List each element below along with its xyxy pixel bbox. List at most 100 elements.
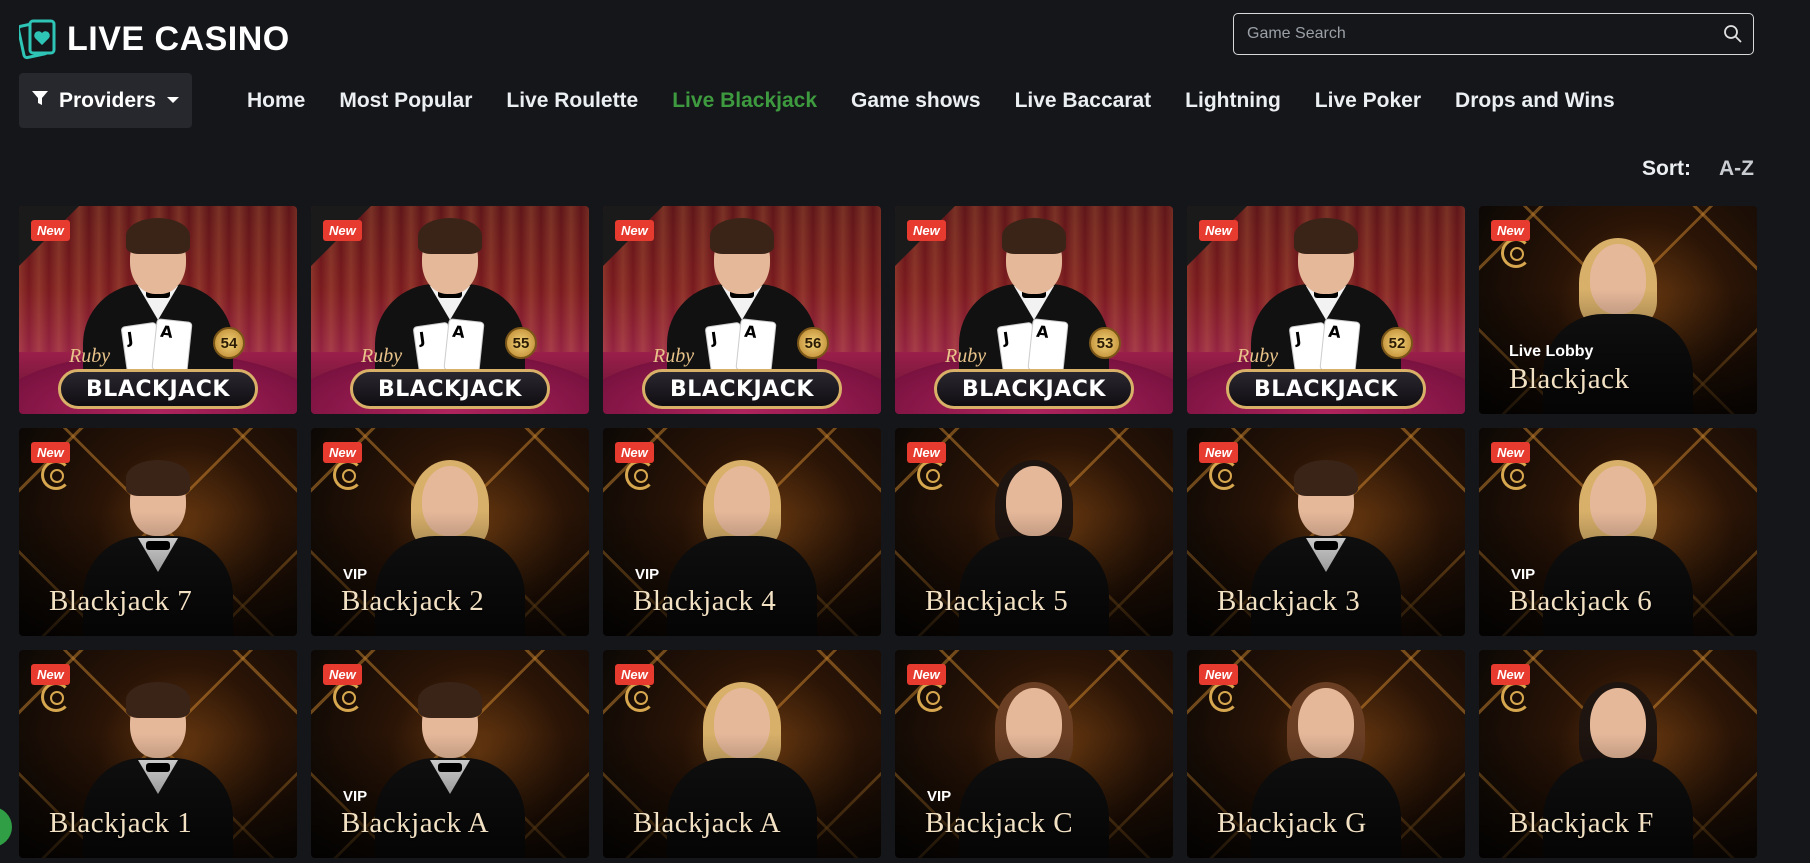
game-subtitle: VIP — [635, 566, 660, 583]
provider-logo-icon — [625, 682, 655, 712]
nav-item-live-roulette[interactable]: Live Roulette — [506, 89, 638, 113]
provider-logo-icon — [917, 682, 947, 712]
game-tile[interactable]: New Ruby J A 52 BLACKJACK — [1187, 206, 1465, 414]
providers-dropdown[interactable]: Providers — [19, 73, 192, 128]
category-nav: Home Most Popular Live Roulette Live Blackj… — [247, 84, 1615, 118]
game-tile[interactable]: New VIP Blackjack C — [895, 650, 1173, 858]
search-icon[interactable] — [1713, 14, 1753, 54]
game-title: Blackjack — [1509, 363, 1630, 395]
live-casino-logo[interactable]: LIVE CASINO — [19, 14, 290, 64]
game-subtitle: VIP — [927, 788, 952, 805]
new-badge: New — [1491, 664, 1530, 685]
game-title: BLACKJACK — [1254, 376, 1398, 402]
game-title: BLACKJACK — [962, 376, 1106, 402]
ruby-label: Ruby — [361, 345, 403, 367]
new-badge: New — [1491, 220, 1530, 241]
provider-logo-icon — [1501, 238, 1531, 268]
caret-down-icon — [166, 92, 180, 110]
sort-label: Sort: — [1642, 157, 1691, 180]
game-title: BLACKJACK — [670, 376, 814, 402]
game-tile[interactable]: New Ruby J A 56 BLACKJACK — [603, 206, 881, 414]
game-tile[interactable]: New Blackjack F — [1479, 650, 1757, 858]
sort-value[interactable]: A-Z — [1719, 157, 1754, 181]
game-tile[interactable]: New Blackjack 7 — [19, 428, 297, 636]
nav-item-game-shows[interactable]: Game shows — [851, 89, 981, 113]
nav-item-live-baccarat[interactable]: Live Baccarat — [1015, 89, 1152, 113]
playing-cards-icon: JA — [412, 318, 488, 379]
playing-cards-icon: JA — [996, 318, 1072, 379]
logo-title: LIVE CASINO — [67, 19, 290, 58]
ruby-label: Ruby — [653, 345, 695, 367]
game-title: Blackjack 3 — [1217, 585, 1361, 617]
playing-cards-icon: JA — [120, 318, 196, 379]
nav-item-most-popular[interactable]: Most Popular — [339, 89, 472, 113]
new-badge: New — [1199, 442, 1238, 463]
provider-logo-icon — [41, 460, 71, 490]
game-title: Blackjack G — [1217, 807, 1367, 839]
search-input[interactable] — [1234, 25, 1713, 43]
game-tile[interactable]: New Blackjack 5 — [895, 428, 1173, 636]
provider-logo-icon — [1501, 682, 1531, 712]
playing-cards-icon: JA — [1288, 318, 1364, 379]
new-badge: New — [31, 442, 70, 463]
blackjack-logo: BLACKJACK — [934, 369, 1134, 409]
new-badge: New — [31, 664, 70, 685]
game-subtitle: VIP — [343, 788, 368, 805]
seat-number-badge: 54 — [213, 327, 245, 359]
nav-item-home[interactable]: Home — [247, 89, 305, 113]
nav-item-lightning[interactable]: Lightning — [1185, 89, 1281, 113]
game-title: BLACKJACK — [378, 376, 522, 402]
provider-logo-icon — [917, 460, 947, 490]
new-badge: New — [31, 220, 70, 241]
game-tile[interactable]: New Ruby J A 55 BLACKJACK — [311, 206, 589, 414]
game-tile[interactable]: New Blackjack A — [603, 650, 881, 858]
game-title: Blackjack 7 — [49, 585, 193, 617]
game-title: Blackjack 5 — [925, 585, 1069, 617]
nav-item-live-blackjack[interactable]: Live Blackjack — [672, 89, 817, 113]
new-badge: New — [615, 442, 654, 463]
provider-logo-icon — [333, 460, 363, 490]
game-title: Blackjack A — [633, 807, 782, 839]
game-tile[interactable]: New Live Lobby Blackjack — [1479, 206, 1757, 414]
new-badge: New — [1199, 664, 1238, 685]
game-grid: New Ruby J A 54 BLACKJACK New Ruby J A 55 BLACKJACK… — [19, 206, 1757, 858]
chat-launcher[interactable] — [0, 807, 12, 847]
seat-number-badge: 53 — [1089, 327, 1121, 359]
nav-item-live-poker[interactable]: Live Poker — [1315, 89, 1421, 113]
game-subtitle: Live Lobby — [1509, 343, 1594, 360]
game-search[interactable] — [1233, 13, 1754, 55]
game-tile[interactable]: New Blackjack 1 — [19, 650, 297, 858]
game-tile[interactable]: New Blackjack G — [1187, 650, 1465, 858]
game-tile[interactable]: New VIP Blackjack 2 — [311, 428, 589, 636]
game-tile[interactable]: New Ruby J A 54 BLACKJACK — [19, 206, 297, 414]
game-subtitle: VIP — [1511, 566, 1536, 583]
provider-logo-icon — [1209, 682, 1239, 712]
game-tile[interactable]: New VIP Blackjack 6 — [1479, 428, 1757, 636]
game-subtitle: VIP — [343, 566, 368, 583]
new-badge: New — [907, 220, 946, 241]
game-tile[interactable]: New Ruby J A 53 BLACKJACK — [895, 206, 1173, 414]
sort-control: Sort: A-Z — [1642, 157, 1754, 181]
game-title: Blackjack 1 — [49, 807, 193, 839]
new-badge: New — [907, 664, 946, 685]
seat-number-badge: 56 — [797, 327, 829, 359]
game-tile[interactable]: New VIP Blackjack A — [311, 650, 589, 858]
game-tile[interactable]: New Blackjack 3 — [1187, 428, 1465, 636]
game-title: Blackjack A — [341, 807, 490, 839]
new-badge: New — [907, 442, 946, 463]
nav-item-drops-and-wins[interactable]: Drops and Wins — [1455, 89, 1615, 113]
filter-icon — [31, 89, 49, 112]
provider-logo-icon — [1501, 460, 1531, 490]
provider-logo-icon — [333, 682, 363, 712]
seat-number-badge: 55 — [505, 327, 537, 359]
new-badge: New — [1491, 442, 1530, 463]
provider-logo-icon — [41, 682, 71, 712]
new-badge: New — [323, 220, 362, 241]
new-badge: New — [1199, 220, 1238, 241]
new-badge: New — [615, 220, 654, 241]
blackjack-logo: BLACKJACK — [642, 369, 842, 409]
new-badge: New — [323, 442, 362, 463]
ruby-label: Ruby — [945, 345, 987, 367]
game-tile[interactable]: New VIP Blackjack 4 — [603, 428, 881, 636]
ruby-label: Ruby — [69, 345, 111, 367]
